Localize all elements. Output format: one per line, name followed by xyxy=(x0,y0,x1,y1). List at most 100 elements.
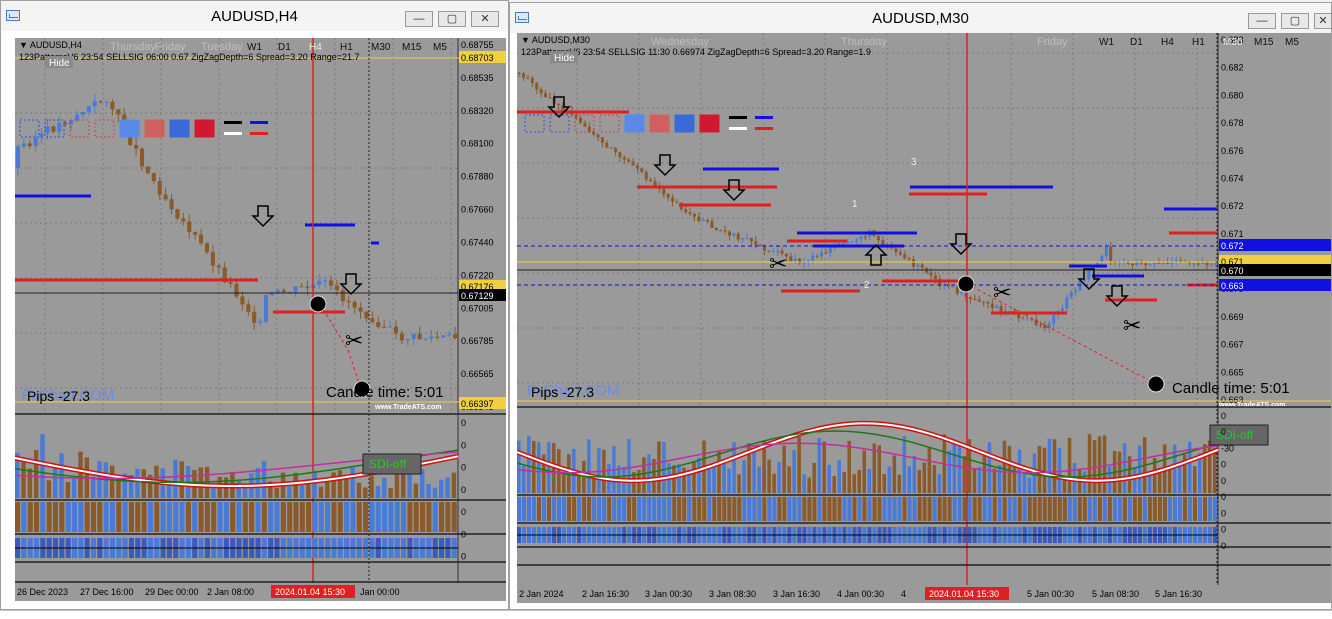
histogram-bar xyxy=(1162,497,1167,521)
title-bar[interactable]: AUDUSD,H4 — ▢ ✕ xyxy=(1,1,508,31)
timeframe-button-m30[interactable]: M30 xyxy=(371,42,391,53)
candle-body xyxy=(1161,262,1165,264)
candle-body xyxy=(614,147,618,153)
histogram-bar xyxy=(312,502,318,532)
down-arrow-icon xyxy=(949,233,973,256)
candle-body xyxy=(627,159,631,162)
chart-svg[interactable]: 0.68755 0.68535 0.68320 0.68100 0.67880 0.676… xyxy=(15,38,506,601)
histogram-bar xyxy=(103,502,109,532)
timeframe-button-w1[interactable]: W1 xyxy=(1099,37,1114,48)
timeframe-button-m15[interactable]: M15 xyxy=(1254,37,1274,48)
candle-body xyxy=(92,101,97,107)
histogram-bar xyxy=(582,497,587,521)
histogram-bar xyxy=(797,497,802,521)
histogram-bar xyxy=(627,497,632,521)
chart-area-h4[interactable]: 0.68755 0.68535 0.68320 0.68100 0.67880 0.676… xyxy=(15,38,506,601)
price-label: 0.67660 xyxy=(461,205,494,215)
histogram-bar xyxy=(382,502,388,532)
chart-area-m30[interactable]: 0.683 0.682 0.680 0.678 0.676 0.674 0.672 0.671… xyxy=(517,33,1331,603)
oscillator-bar xyxy=(662,441,666,493)
signal-square xyxy=(699,114,720,133)
timeframe-button-m15[interactable]: M15 xyxy=(402,42,422,53)
candle-body xyxy=(723,230,727,232)
candle-body xyxy=(973,298,977,300)
histogram-bar xyxy=(1017,497,1022,521)
histogram-bar xyxy=(90,502,97,532)
oscillator-bar xyxy=(1047,438,1052,493)
window-audusd-m30: AUDUSD,M30 — ▢ ✕ 0.683 0.682 0.680 0.678 0.6… xyxy=(509,2,1332,610)
minimize-button[interactable]: — xyxy=(405,11,433,27)
candle-body xyxy=(1209,264,1213,266)
candle-body xyxy=(399,333,404,341)
maximize-button[interactable]: ▢ xyxy=(438,11,466,27)
histogram-bar xyxy=(1137,497,1142,521)
minimize-button[interactable]: — xyxy=(1248,13,1276,29)
candle-body xyxy=(600,137,604,143)
histogram-bar xyxy=(211,502,217,532)
candle-body xyxy=(1214,263,1218,265)
histogram-bar xyxy=(116,502,122,532)
oscillator-label: 0 xyxy=(461,552,466,562)
candle-body xyxy=(1109,246,1113,261)
title-bar[interactable]: AUDUSD,M30 — ▢ ✕ xyxy=(510,3,1332,33)
close-button[interactable]: ✕ xyxy=(1314,13,1332,29)
close-button[interactable]: ✕ xyxy=(471,11,499,27)
timeframe-button-m5[interactable]: M5 xyxy=(1285,37,1299,48)
candle-body xyxy=(1157,262,1161,264)
timeframe-button-h4[interactable]: H4 xyxy=(309,42,322,53)
candle-body xyxy=(741,238,745,240)
timeframe-button-m5[interactable]: M5 xyxy=(433,42,447,53)
chart-svg[interactable]: 0.6830.6820.6800.6780.6760.6740.6720.671… xyxy=(517,33,1331,603)
oscillator-bar xyxy=(1117,451,1122,493)
timeframe-button-h4[interactable]: H4 xyxy=(1161,37,1174,48)
scissors-icon: ✂ xyxy=(1123,314,1141,339)
candle-body xyxy=(228,282,233,284)
candle-body xyxy=(732,233,736,236)
histogram-bar xyxy=(439,502,445,532)
oscillator-bar xyxy=(927,447,932,493)
candle-body xyxy=(710,221,714,228)
histogram-bar xyxy=(369,502,375,532)
histogram-bar xyxy=(122,502,128,532)
oscillator-bar xyxy=(166,484,172,498)
histogram-bar xyxy=(78,502,84,532)
oscillator-bar xyxy=(627,439,631,493)
time-label: 5 Jan 16:30 xyxy=(1155,589,1202,599)
signal-square xyxy=(649,114,670,133)
oscillator-bar xyxy=(439,479,444,498)
candle-body xyxy=(246,304,251,312)
histogram-bar xyxy=(982,497,987,521)
histogram-bar xyxy=(772,497,777,521)
histogram-bar xyxy=(657,497,662,521)
maximize-button[interactable]: ▢ xyxy=(1281,13,1309,29)
timeframe-button-h1[interactable]: H1 xyxy=(1192,37,1205,48)
oscillator-bar xyxy=(802,474,806,493)
oscillator-bar xyxy=(1037,446,1042,493)
histogram-bar xyxy=(922,497,927,521)
oscillator-bar xyxy=(937,474,942,493)
histogram-bar xyxy=(522,497,527,521)
candle-body xyxy=(376,322,381,327)
histogram-bar xyxy=(160,502,166,532)
oscillator-bar xyxy=(1132,468,1137,493)
oscillator-label: -30 xyxy=(1221,443,1234,453)
signal-square xyxy=(599,114,620,133)
timeframe-button-d1[interactable]: D1 xyxy=(278,42,291,53)
oscillator-bar xyxy=(882,474,887,493)
candle-time-readout: Candle time: 5:01 xyxy=(326,384,444,401)
candle-body xyxy=(1196,263,1200,265)
oscillator-bar xyxy=(987,442,992,493)
candle-body xyxy=(1060,308,1064,311)
candle-body xyxy=(21,143,26,147)
histogram-bar xyxy=(432,502,438,532)
oscillator-bar xyxy=(717,450,721,493)
timeframe-button-w1[interactable]: W1 xyxy=(247,42,262,53)
oscillator-bar xyxy=(947,450,952,493)
timeframe-button-m30[interactable]: M30 xyxy=(1223,37,1243,48)
timeframe-button-d1[interactable]: D1 xyxy=(1130,37,1143,48)
timeframe-button-h1[interactable]: H1 xyxy=(340,42,353,53)
candle-body xyxy=(618,152,622,158)
histogram-bar xyxy=(1102,497,1107,521)
oscillator-bar xyxy=(432,487,438,498)
histogram-bar xyxy=(1067,497,1072,521)
